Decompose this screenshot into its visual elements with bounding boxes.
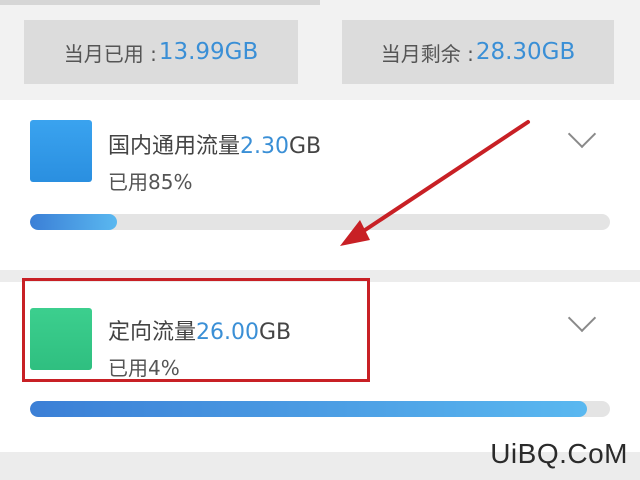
chevron-down-icon[interactable] [567, 119, 597, 149]
domestic-data-progress-track [30, 214, 610, 230]
tab-indicator [0, 0, 320, 5]
domestic-data-usage: 已用85% [108, 170, 193, 194]
domestic-data-unit: GB [289, 134, 322, 159]
domestic-data-title: 国内通用流量2.30GB [108, 128, 321, 160]
domestic-data-progress-fill [30, 214, 117, 230]
directed-data-progress-fill [30, 401, 587, 417]
watermark-logo: UiBQ.CoM [490, 438, 628, 469]
highlight-annotation-box [22, 278, 370, 382]
domestic-data-card[interactable]: 国内通用流量2.30GB 已用85% [0, 100, 640, 270]
monthly-remaining-value: 28.30GB [475, 39, 576, 65]
domestic-data-amount: 2.30 [240, 134, 289, 159]
monthly-used-value: 13.99GB [158, 39, 259, 65]
monthly-used-box: 当月已用 : 13.99GB [24, 20, 298, 84]
directed-data-progress-track [30, 401, 610, 417]
domestic-data-name: 国内通用流量 [108, 134, 241, 159]
monthly-used-label: 当月已用 : [63, 41, 157, 66]
monthly-remaining-label: 当月剩余 : [380, 41, 474, 66]
monthly-remaining-box: 当月剩余 : 28.30GB [342, 20, 614, 84]
chevron-down-icon[interactable] [567, 303, 597, 333]
domestic-data-icon [30, 120, 92, 182]
summary-bar: 当月已用 : 13.99GB 当月剩余 : 28.30GB [0, 0, 640, 100]
